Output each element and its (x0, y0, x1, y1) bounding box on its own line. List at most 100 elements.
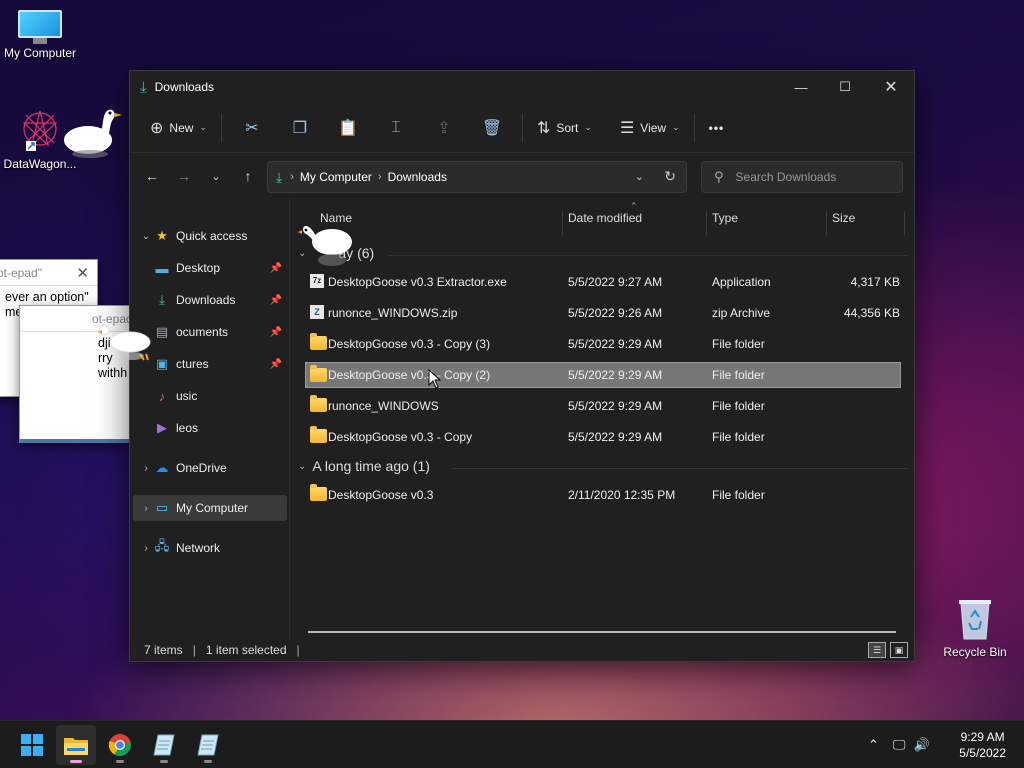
chevron-right-icon: › (290, 171, 294, 183)
taskbar-notepad-1[interactable] (144, 725, 184, 765)
group-divider (452, 468, 908, 469)
share-button[interactable]: ⇪ (420, 112, 468, 144)
file-row[interactable]: DesktopGoose v0.3 2/11/2020 12:35 PM Fil… (306, 482, 902, 508)
search-input[interactable]: ⚲ Search Downloads (701, 161, 903, 193)
up-button[interactable]: ↑ (232, 162, 264, 190)
new-button[interactable]: ⊕ New ⌄ (142, 112, 215, 144)
title-bar[interactable]: ⤓ Downloads — ☐ ✕ (130, 71, 914, 103)
chrome-icon (108, 734, 131, 756)
forward-button[interactable]: → (168, 162, 200, 190)
music-icon: ♪ (158, 388, 166, 404)
sidebar-item-my-computer[interactable]: › ▭ My Computer (133, 495, 287, 521)
taskbar-notepad-2[interactable] (188, 725, 228, 765)
file-type: Application (712, 275, 771, 289)
file-type: zip Archive (712, 306, 771, 320)
volume-icon[interactable]: 🔊 (913, 737, 929, 753)
file-row-selected[interactable]: DesktopGoose v0.3 - Copy (2) 5/5/2022 9:… (305, 362, 901, 388)
download-icon: ⤓ (276, 168, 283, 185)
back-button[interactable]: ← (136, 162, 168, 190)
sidebar-item-onedrive[interactable]: › ☁ OneDrive (130, 455, 288, 481)
window-title: Downloads (154, 80, 215, 94)
file-type: File folder (712, 337, 765, 351)
chevron-up-icon[interactable]: ⌃ (868, 737, 879, 753)
column-label: Type (712, 211, 739, 225)
file-row[interactable]: Z runonce_WINDOWS.zip 5/5/2022 9:26 AM z… (306, 300, 902, 326)
chevron-right-icon[interactable]: › (138, 463, 154, 474)
sidebar-item-label: ctures (176, 357, 209, 371)
start-button[interactable] (12, 725, 52, 765)
file-row[interactable]: runonce_WINDOWS 5/5/2022 9:29 AM File fo… (306, 393, 902, 419)
sidebar-item-label: OneDrive (176, 461, 227, 475)
minimize-button[interactable]: — (778, 71, 824, 103)
close-icon[interactable]: ✕ (76, 264, 89, 282)
selection-count: 1 item selected (205, 643, 287, 657)
breadcrumb-downloads[interactable]: Downloads (388, 170, 447, 184)
system-tray: ⌃ 🖵 🔊 (868, 721, 930, 768)
tiles-view-button[interactable]: ▣ (890, 642, 908, 658)
address-bar[interactable]: ⤓ › My Computer › Downloads ⌄ ↻ (267, 161, 687, 193)
pictures-icon: ▣ (155, 356, 169, 371)
column-divider[interactable] (904, 211, 905, 235)
file-name: DesktopGoose v0.3 - Copy (328, 430, 473, 444)
more-label: ••• (708, 120, 725, 135)
sidebar-item-downloads[interactable]: ⤓ Downloads 📌 (130, 287, 288, 313)
breadcrumb-my-computer[interactable]: My Computer (300, 170, 372, 184)
desktop-icon-recycle-bin[interactable]: Recycle Bin (935, 597, 1015, 659)
close-button[interactable]: ✕ (868, 71, 914, 103)
chevron-right-icon[interactable]: › (138, 543, 154, 554)
rename-icon: ⌶ (391, 118, 401, 136)
sidebar-item-videos[interactable]: ▶ leos (130, 415, 288, 441)
exe-icon: 7z (310, 274, 324, 288)
sidebar-item-label: Desktop (176, 261, 221, 275)
chevron-down-icon: ⌄ (672, 122, 680, 132)
details-view-button[interactable]: ☰ (868, 642, 886, 658)
recent-locations-button[interactable]: ⌄ (200, 162, 232, 190)
sidebar-item-quick-access[interactable]: ⌄ ★ Quick access (130, 223, 288, 249)
file-row[interactable]: DesktopGoose v0.3 - Copy (3) 5/5/2022 9:… (306, 331, 902, 357)
more-options-button[interactable]: ••• (701, 112, 733, 144)
zip-icon: Z (310, 305, 324, 319)
datawagon-icon (22, 110, 58, 151)
column-divider[interactable] (562, 211, 563, 235)
cut-button[interactable]: ✂ (228, 112, 276, 144)
desktop-icon-my-computer[interactable]: My Computer (0, 10, 80, 60)
explorer-window[interactable]: ⤓ Downloads — ☐ ✕ ⊕ New ⌄ ✂ ❐ 📋 ⌶ ⇪ 🗑 ⇅ … (129, 70, 915, 662)
arrow-up-icon: ↑ (244, 168, 252, 184)
maximize-button[interactable]: ☐ (822, 71, 868, 103)
column-header-size[interactable]: Size (832, 211, 855, 235)
file-row[interactable]: DesktopGoose v0.3 - Copy 5/5/2022 9:29 A… (306, 424, 902, 450)
copy-button[interactable]: ❐ (276, 112, 324, 144)
sidebar-item-music[interactable]: ♪ usic (130, 383, 288, 409)
chevron-down-icon[interactable]: ⌄ (298, 461, 306, 472)
horizontal-scrollbar[interactable] (308, 631, 896, 633)
running-indicator (204, 760, 212, 763)
column-divider[interactable] (706, 211, 707, 235)
column-header-date[interactable]: Date modified (568, 211, 642, 235)
toolbar-divider (220, 113, 222, 142)
address-history-icon[interactable]: ⌄ (635, 170, 644, 183)
column-header-type[interactable]: Type (712, 211, 738, 235)
sidebar-item-desktop[interactable]: ▬ Desktop 📌 (130, 255, 288, 281)
group-divider (388, 255, 908, 256)
rename-button[interactable]: ⌶ (372, 112, 420, 144)
column-divider[interactable] (826, 211, 827, 235)
toolbar-divider (521, 113, 523, 142)
paste-button[interactable]: 📋 (324, 112, 372, 144)
refresh-icon[interactable]: ↻ (664, 168, 676, 185)
file-list: Name ⌃ Date modified Type Size ⌄ ay (6) (292, 199, 914, 639)
sort-button[interactable]: ⇅ Sort ⌄ (529, 112, 600, 144)
chevron-right-icon[interactable]: › (138, 503, 154, 514)
taskbar-chrome[interactable] (100, 725, 140, 765)
command-bar: ⊕ New ⌄ ✂ ❐ 📋 ⌶ ⇪ 🗑 ⇅ Sort ⌄ ☰ View ⌄ ••… (130, 103, 914, 153)
sidebar-item-network[interactable]: › 🖧 Network (130, 535, 288, 561)
chevron-down-icon[interactable]: ⌄ (138, 231, 154, 242)
delete-button[interactable]: 🗑 (468, 112, 516, 144)
clock[interactable]: 9:29 AM 5/5/2022 (959, 729, 1006, 761)
taskbar-file-explorer[interactable] (56, 725, 96, 765)
network-status-icon[interactable]: 🖵 (893, 737, 906, 753)
running-indicator (160, 760, 168, 763)
view-button[interactable]: ☰ View ⌄ (612, 112, 688, 144)
group-header-long-time-ago[interactable]: ⌄ A long time ago (1) (298, 458, 430, 474)
sidebar-item-label: Downloads (176, 293, 236, 307)
file-row[interactable]: 7z DesktopGoose v0.3 Extractor.exe 5/5/2… (306, 269, 902, 295)
